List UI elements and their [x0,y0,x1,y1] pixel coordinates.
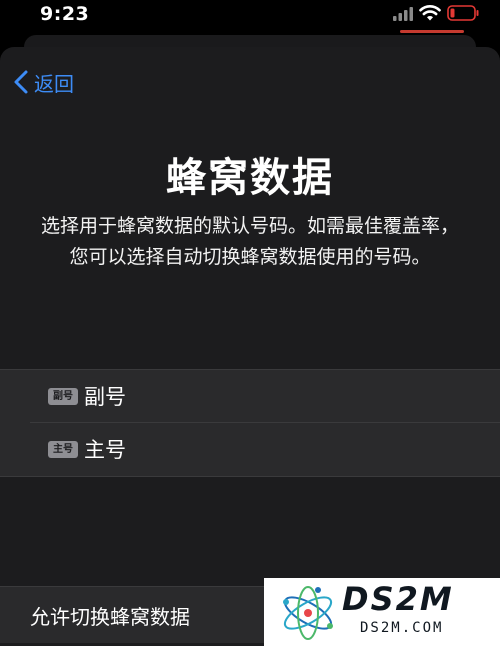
status-bar: 9:23 [0,0,500,30]
page-description: 选择用于蜂窝数据的默认号码。如需最佳覆盖率，您可以选择自动切换蜂窝数据使用的号码… [40,215,459,268]
page-title: 蜂窝数据 [166,155,334,201]
cellular-signal-icon [393,7,413,21]
background-card-indicator [400,30,464,33]
wifi-icon [419,5,441,21]
watermark-domain: DS2M.COM [360,620,444,636]
option-primary-number[interactable]: 主号 主号 [0,423,500,475]
chevron-left-icon [14,70,28,94]
cellular-data-sheet: 返回 蜂窝数据 选择用于蜂窝数据的默认号码。如需最佳覆盖率，您可以选择自动切换蜂… [0,47,500,646]
option-secondary-number[interactable]: 副号 副号 [0,370,500,422]
sim-badge-secondary: 副号 [48,387,78,405]
phone-screen: 9:23 返回 蜂窝数据 选择用于蜂窝数据的默认号码。如需最佳覆盖率，您可以选择… [0,0,500,646]
sim-badge-primary: 主号 [48,440,78,458]
allow-switching-label: 允许切换蜂窝数据 [30,604,190,629]
back-button[interactable]: 返回 [12,67,74,97]
option-label: 主号 [84,438,126,462]
back-button-label: 返回 [34,71,74,96]
option-label: 副号 [84,385,126,409]
watermark-brand: DS2M [342,580,454,618]
watermark: DS2M DS2M.COM [264,578,500,646]
atom-logo-icon [283,586,333,640]
status-time: 9:23 [40,3,90,25]
battery-low-icon [447,5,479,21]
number-option-list: 副号 副号 主号 主号 [0,369,500,477]
